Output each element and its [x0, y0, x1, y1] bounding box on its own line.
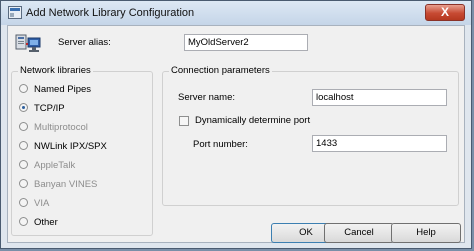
server-alias-input[interactable]: MyOldServer2: [184, 34, 308, 51]
radio-label: VIA: [34, 198, 50, 209]
close-icon: X: [440, 5, 449, 19]
server-name-input[interactable]: localhost: [312, 89, 447, 106]
network-library-option[interactable]: Other: [19, 217, 58, 229]
dialog-window: Add Network Library Configuration X Serv…: [0, 0, 472, 249]
network-libraries-title: Network libraries: [18, 65, 93, 76]
title-bar[interactable]: Add Network Library Configuration X: [1, 1, 471, 25]
network-library-option[interactable]: NWLink IPX/SPX: [19, 141, 107, 153]
dialog-body: Server alias: MyOldServer2 Network libra…: [7, 25, 465, 243]
radio-label[interactable]: NWLink IPX/SPX: [34, 141, 107, 152]
radio-button: [19, 198, 28, 207]
radio-button[interactable]: [19, 84, 28, 93]
server-name-label: Server name:: [178, 92, 236, 103]
dynamic-port-checkbox[interactable]: [179, 116, 189, 126]
server-alias-label: Server alias:: [58, 37, 111, 48]
radio-button: [19, 160, 28, 169]
network-library-option: Multiprotocol: [19, 122, 88, 134]
radio-label: Banyan VINES: [34, 179, 98, 190]
cancel-button[interactable]: Cancel: [324, 223, 394, 243]
network-library-option[interactable]: TCP/IP: [19, 103, 65, 115]
server-network-icon: [15, 34, 41, 52]
radio-button[interactable]: [19, 217, 28, 226]
dynamic-port-label[interactable]: Dynamically determine port: [195, 115, 310, 126]
network-library-option: AppleTalk: [19, 160, 75, 172]
network-library-option: Banyan VINES: [19, 179, 97, 191]
app-icon: [8, 6, 22, 19]
radio-label: Multiprotocol: [34, 122, 88, 133]
radio-label[interactable]: TCP/IP: [34, 103, 65, 114]
connection-parameters-group: Connection parameters Server name: local…: [162, 65, 459, 206]
radio-button: [19, 122, 28, 131]
close-button[interactable]: X: [425, 4, 465, 21]
network-library-option[interactable]: Named Pipes: [19, 84, 91, 96]
connection-parameters-title: Connection parameters: [169, 65, 272, 76]
network-libraries-group: Network libraries Named Pipes TCP/IP Multi…: [11, 65, 153, 236]
port-number-label: Port number:: [193, 139, 248, 150]
radio-button: [19, 179, 28, 188]
radio-button[interactable]: [19, 103, 28, 112]
network-library-option: VIA: [19, 198, 49, 210]
radio-button[interactable]: [19, 141, 28, 150]
port-number-input[interactable]: 1433: [312, 135, 447, 152]
radio-label[interactable]: Other: [34, 217, 58, 228]
radio-label[interactable]: Named Pipes: [34, 84, 91, 95]
radio-label: AppleTalk: [34, 160, 76, 171]
window-title: Add Network Library Configuration: [26, 7, 195, 19]
help-button[interactable]: Help: [391, 223, 461, 243]
